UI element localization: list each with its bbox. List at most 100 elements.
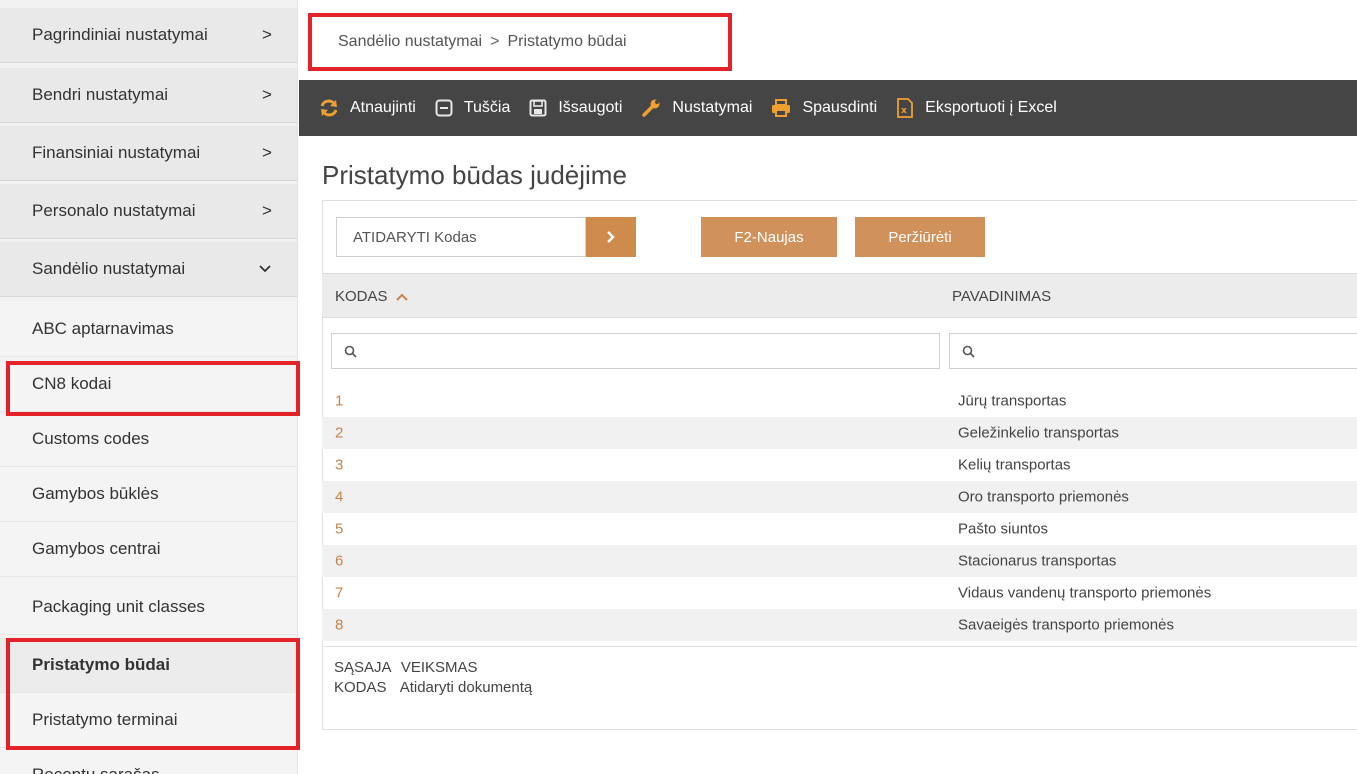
minus-square-icon bbox=[435, 99, 453, 117]
sidebar-item-packaging[interactable]: Packaging unit classes bbox=[0, 580, 297, 635]
export-excel-button[interactable]: x Eksportuoti į Excel bbox=[896, 98, 1057, 118]
refresh-icon bbox=[319, 99, 339, 117]
column-header-pavadinimas[interactable]: PAVADINIMAS bbox=[952, 274, 1051, 319]
sidebar-item-label: Receptų sąrašas bbox=[32, 765, 160, 774]
table-header: KODAS PAVADINIMAS bbox=[322, 273, 1357, 318]
sidebar-item-personalo[interactable]: Personalo nustatymai > bbox=[0, 184, 297, 239]
sidebar-item-sandelio[interactable]: Sandėlio nustatymai bbox=[0, 242, 297, 297]
sidebar-item-label: Packaging unit classes bbox=[32, 597, 205, 616]
sidebar-item-label: Personalo nustatymai bbox=[32, 201, 196, 220]
kodas-filter-input[interactable] bbox=[331, 333, 940, 369]
divider bbox=[322, 646, 1357, 647]
search-icon bbox=[344, 345, 357, 358]
table-row[interactable]: 5 Pašto siuntos bbox=[322, 513, 1357, 545]
view-button[interactable]: Peržiūrėti bbox=[855, 217, 985, 257]
breadcrumb-separator: > bbox=[490, 33, 500, 50]
empty-button[interactable]: Tuščia bbox=[435, 99, 511, 117]
table-row[interactable]: 1 Jūrų transportas bbox=[322, 385, 1357, 417]
wrench-icon bbox=[641, 98, 661, 118]
row-name: Vidaus vandenų transporto priemonės bbox=[958, 584, 1212, 602]
refresh-label: Atnaujinti bbox=[350, 99, 416, 116]
sidebar-item-label: Finansiniai nustatymai bbox=[32, 143, 201, 162]
save-button[interactable]: Išsaugoti bbox=[529, 99, 622, 117]
legend-header: SĄSAJA VEIKSMAS bbox=[334, 659, 478, 676]
breadcrumb-parent[interactable]: Sandėlio nustatymai bbox=[338, 33, 482, 51]
sidebar-item-label: Customs codes bbox=[32, 429, 150, 448]
sidebar-item-pristatymo-budai[interactable]: Pristatymo būdai bbox=[0, 638, 297, 693]
row-name: Geležinkelio transportas bbox=[958, 424, 1119, 442]
table-row[interactable]: 4 Oro transporto priemonės bbox=[322, 481, 1357, 513]
sidebar-item-label: Pristatymo būdai bbox=[32, 655, 170, 674]
row-name: Savaeigės transporto priemonės bbox=[958, 616, 1174, 634]
sidebar-item-label: Gamybos būklės bbox=[32, 484, 159, 503]
chevron-right-icon: > bbox=[262, 201, 272, 220]
sidebar-item-gamybos-centrai[interactable]: Gamybos centrai bbox=[0, 522, 297, 577]
excel-icon: x bbox=[896, 98, 914, 118]
sidebar-item-label: Sandėlio nustatymai bbox=[32, 259, 186, 278]
sidebar-item-bendri[interactable]: Bendri nustatymai > bbox=[0, 68, 297, 123]
open-code-placeholder: ATIDARYTI Kodas bbox=[353, 228, 477, 246]
table-row[interactable]: 6 Stacionarus transportas bbox=[322, 545, 1357, 577]
open-code-input[interactable]: ATIDARYTI Kodas bbox=[336, 217, 586, 257]
sidebar-item-finansiniai[interactable]: Finansiniai nustatymai > bbox=[0, 126, 297, 181]
row-code[interactable]: 1 bbox=[335, 393, 343, 410]
chevron-right-icon: > bbox=[262, 85, 272, 104]
refresh-button[interactable]: Atnaujinti bbox=[319, 99, 416, 117]
row-name: Jūrų transportas bbox=[958, 392, 1067, 410]
printer-icon bbox=[771, 99, 791, 117]
chevron-down-icon bbox=[259, 265, 271, 273]
sidebar-item-label: Pristatymo terminai bbox=[32, 710, 178, 729]
settings-button[interactable]: Nustatymai bbox=[641, 98, 752, 118]
row-code[interactable]: 7 bbox=[335, 585, 343, 602]
save-label: Išsaugoti bbox=[558, 99, 623, 116]
search-icon bbox=[962, 345, 975, 358]
print-label: Spausdinti bbox=[802, 99, 878, 116]
new-button[interactable]: F2-Naujas bbox=[701, 217, 837, 257]
chevron-right-icon bbox=[607, 231, 615, 243]
row-code[interactable]: 4 bbox=[335, 489, 343, 506]
column-header-kodas[interactable]: KODAS bbox=[335, 274, 409, 319]
row-code[interactable]: 3 bbox=[335, 457, 343, 474]
column-header-label: KODAS bbox=[335, 288, 388, 305]
row-code[interactable]: 2 bbox=[335, 425, 343, 442]
row-name: Kelių transportas bbox=[958, 456, 1071, 474]
settings-label: Nustatymai bbox=[672, 99, 753, 116]
open-go-button[interactable] bbox=[586, 217, 636, 257]
row-code[interactable]: 8 bbox=[335, 617, 343, 634]
sidebar-item-label: Gamybos centrai bbox=[32, 539, 161, 558]
legend-row: KODAS Atidaryti dokumentą bbox=[334, 679, 532, 696]
sidebar-item-label: Pagrindiniai nustatymai bbox=[32, 25, 208, 44]
sidebar-item-receptu[interactable]: Receptų sąrašas bbox=[0, 748, 297, 774]
chevron-right-icon: > bbox=[262, 143, 272, 162]
sidebar-item-abc[interactable]: ABC aptarnavimas bbox=[0, 302, 297, 357]
pavadinimas-filter-input[interactable] bbox=[949, 333, 1357, 369]
sidebar-item-gamybos-bukles[interactable]: Gamybos būklės bbox=[0, 467, 297, 522]
chevron-right-icon: > bbox=[262, 25, 272, 44]
table-row[interactable]: 7 Vidaus vandenų transporto priemonės bbox=[322, 577, 1357, 609]
sidebar-item-pagrindiniai[interactable]: Pagrindiniai nustatymai > bbox=[0, 8, 297, 63]
sidebar-item-pristatymo-terminai[interactable]: Pristatymo terminai bbox=[0, 693, 297, 748]
row-code[interactable]: 6 bbox=[335, 553, 343, 570]
sidebar-item-customs[interactable]: Customs codes bbox=[0, 412, 297, 467]
table-row[interactable]: 3 Kelių transportas bbox=[322, 449, 1357, 481]
print-button[interactable]: Spausdinti bbox=[771, 99, 877, 117]
sidebar-item-cn8[interactable]: CN8 kodai bbox=[0, 357, 297, 412]
sort-ascending-icon bbox=[395, 293, 408, 301]
legend-row-action: Atidaryti dokumentą bbox=[399, 679, 533, 696]
export-label: Eksportuoti į Excel bbox=[925, 99, 1057, 116]
legend-action-label: VEIKSMAS bbox=[400, 659, 478, 676]
row-name: Oro transporto priemonės bbox=[958, 488, 1129, 506]
sidebar-item-label: CN8 kodai bbox=[32, 374, 112, 393]
page-title: Pristatymo būdas judėjime bbox=[322, 160, 627, 190]
sidebar-item-label: Bendri nustatymai bbox=[32, 85, 169, 104]
table-row[interactable]: 2 Geležinkelio transportas bbox=[322, 417, 1357, 449]
breadcrumb-current: Pristatymo būdai bbox=[507, 33, 627, 50]
legend-row-key: KODAS bbox=[334, 679, 387, 696]
column-header-label: PAVADINIMAS bbox=[952, 288, 1052, 305]
row-name: Pašto siuntos bbox=[958, 520, 1049, 538]
sidebar-item-label: ABC aptarnavimas bbox=[32, 319, 174, 338]
table-row[interactable]: 8 Savaeigės transporto priemonės bbox=[322, 609, 1357, 641]
toolbar: Atnaujinti Tuščia Išsaugoti Nustatymai S… bbox=[299, 80, 1357, 136]
row-code[interactable]: 5 bbox=[335, 521, 343, 538]
empty-label: Tuščia bbox=[463, 99, 511, 116]
